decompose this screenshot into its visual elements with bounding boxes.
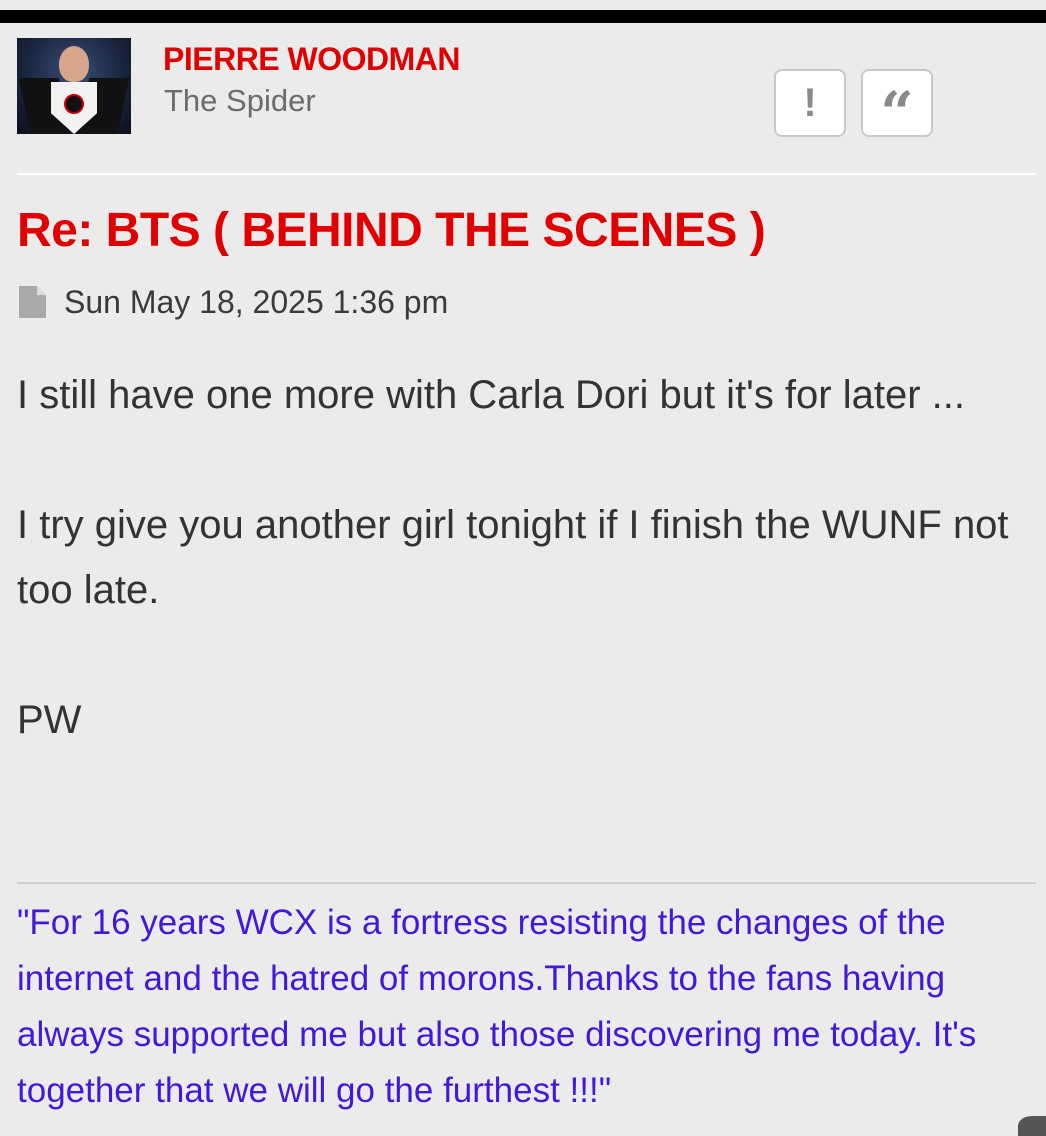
scroll-corner-indicator — [1018, 1116, 1046, 1136]
post-meta: Sun May 18, 2025 1:36 pm — [19, 283, 449, 320]
header-divider — [17, 173, 1036, 175]
quote-icon: “ — [880, 79, 914, 147]
signature-divider — [17, 882, 1036, 884]
avatar-spider-emblem — [64, 94, 84, 114]
signature: "For 16 years WCX is a fortress resistin… — [17, 903, 977, 1110]
post-paragraph: PW — [17, 698, 82, 742]
post-paragraph: I still have one more with Carla Dori bu… — [17, 373, 965, 417]
report-button[interactable]: ! — [774, 69, 846, 137]
author-rank: The Spider — [164, 83, 316, 118]
author-name[interactable]: PIERRE WOODMAN — [163, 41, 461, 78]
avatar[interactable] — [17, 38, 131, 134]
post-date: Sun May 18, 2025 1:36 pm — [64, 283, 449, 320]
top-bar — [0, 10, 1046, 23]
quote-button[interactable]: “ — [861, 69, 933, 142]
file-icon[interactable] — [19, 286, 46, 318]
forum-post: PIERRE WOODMAN The Spider ! “ Re: BTS ( … — [0, 23, 1046, 1136]
report-icon: ! — [803, 81, 817, 125]
post-content: I still have one more with Carla Dori bu… — [17, 363, 1027, 753]
post-paragraph: I try give you another girl tonight if I… — [17, 503, 1009, 612]
post-title[interactable]: Re: BTS ( BEHIND THE SCENES ) — [17, 203, 766, 258]
avatar-head — [59, 46, 89, 82]
